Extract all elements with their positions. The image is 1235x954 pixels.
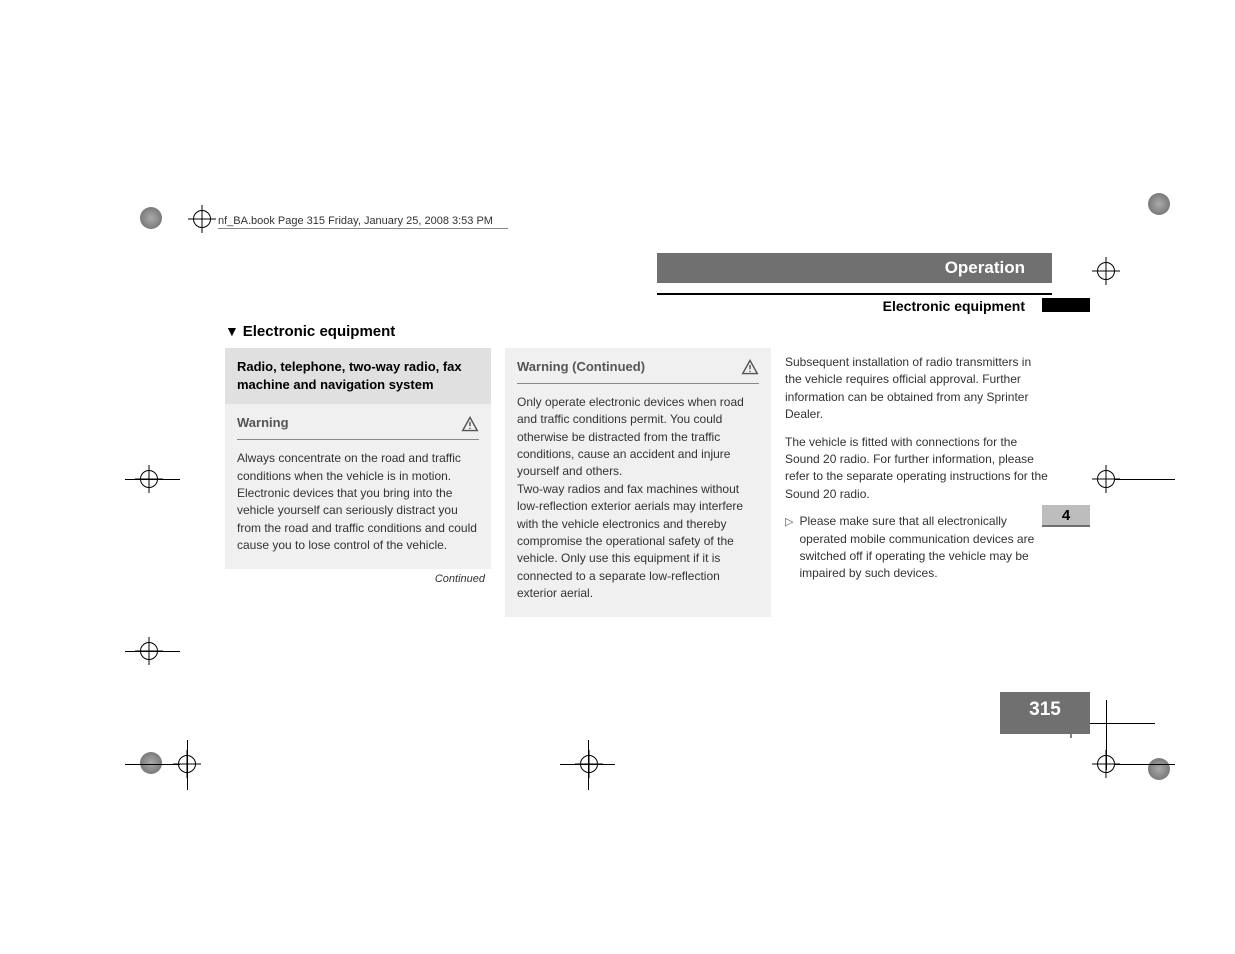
- crop-line: [125, 479, 180, 480]
- crop-line: [125, 651, 180, 652]
- registration-target-icon: [193, 210, 211, 228]
- crop-line: [125, 764, 180, 765]
- page-number: 315: [1000, 692, 1090, 734]
- instruction-text: Please make sure that all electronically…: [799, 513, 1051, 583]
- paragraph: The vehicle is fitted with connections f…: [785, 434, 1051, 504]
- subhead-text: Electronic equipment: [883, 298, 1025, 314]
- section-title: Electronic equipment: [225, 323, 1055, 340]
- crop-line: [187, 740, 188, 790]
- crop-line: [1115, 764, 1175, 765]
- crop-line: [588, 740, 589, 790]
- subhead-rule: [657, 293, 1052, 295]
- warning-body: Always concentrate on the road and traff…: [237, 450, 479, 554]
- warning-box: Warning Always concentrate on the road a…: [225, 404, 491, 568]
- doc-header-underline: [218, 228, 508, 229]
- paragraph: Subsequent installation of radio transmi…: [785, 354, 1051, 424]
- crop-line: [1115, 479, 1175, 480]
- crop-line: [1106, 700, 1107, 770]
- crop-line: [1085, 723, 1155, 724]
- warning-body: Only operate electronic devices when roa…: [517, 394, 759, 603]
- registration-dot-icon: [1148, 758, 1170, 780]
- doc-header-text: nf_BA.book Page 315 Friday, January 25, …: [218, 215, 493, 227]
- warning-icon: [461, 416, 479, 432]
- warning-icon: [741, 359, 759, 375]
- registration-target-icon: [1097, 262, 1115, 280]
- thumb-tab: [1042, 298, 1090, 312]
- instruction-row: ▷ Please make sure that all electronical…: [785, 513, 1051, 583]
- warning-title-row: Warning: [237, 414, 479, 440]
- page-content: Electronic equipment Radio, telephone, t…: [225, 323, 1055, 617]
- registration-target-icon: [1097, 470, 1115, 488]
- column-3: Subsequent installation of radio transmi…: [785, 348, 1051, 617]
- warning-title: Warning: [237, 414, 289, 433]
- triangle-bullet-icon: ▷: [785, 515, 793, 531]
- warning-box-continued: Warning (Continued) Only operate electro…: [505, 348, 771, 617]
- registration-dot-icon: [1148, 193, 1170, 215]
- chapter-title: Operation: [945, 258, 1025, 278]
- warning-title: Warning (Continued): [517, 358, 645, 377]
- column-2: Warning (Continued) Only operate electro…: [505, 348, 771, 617]
- warning-title-row: Warning (Continued): [517, 358, 759, 384]
- column-1: Radio, telephone, two-way radio, fax mac…: [225, 348, 491, 617]
- registration-dot-icon: [140, 752, 162, 774]
- registration-dot-icon: [140, 207, 162, 229]
- topic-box: Radio, telephone, two-way radio, fax mac…: [225, 348, 491, 404]
- continued-label: Continued: [225, 573, 491, 585]
